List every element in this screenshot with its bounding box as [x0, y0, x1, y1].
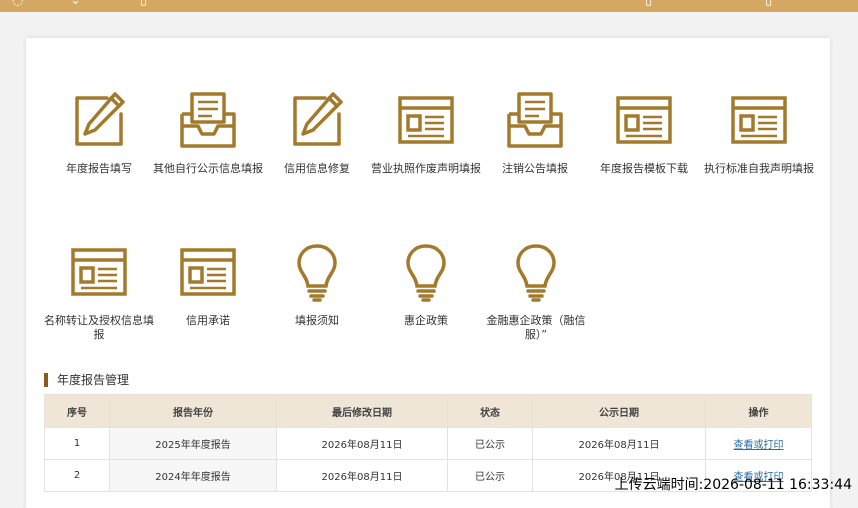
tile-license-void-statement[interactable]: 营业执照作废声明填报	[371, 90, 481, 176]
tile-label: 年度报告填写	[66, 162, 132, 175]
tile-financial-policy[interactable]: 金融惠企政策（融信服）”	[480, 242, 592, 342]
table-row: 1 2025年年度报告 2026年08月11日 已公示 2026年08月11日 …	[44, 427, 812, 460]
document-icon[interactable]: ▯	[140, 0, 147, 7]
document-window-icon	[398, 96, 454, 144]
report-year: 2025年年度报告	[109, 427, 277, 460]
report-year: 2024年年度报告	[109, 459, 277, 492]
document-window-icon	[616, 96, 672, 144]
main-panel: 年度报告填写 其他自行公示信息填报 信用信息修复 营业执照作废声明填报 注销公告…	[26, 38, 830, 508]
tile-credit-commitment[interactable]: 信用承诺	[153, 242, 263, 328]
view-print-link[interactable]: 查看或打印	[734, 440, 784, 451]
pencil-edit-icon	[293, 92, 343, 146]
column-header: 公示日期	[532, 394, 706, 428]
document-window-icon	[180, 248, 236, 296]
inbox-tray-icon	[507, 92, 563, 148]
lightbulb-icon	[406, 244, 446, 302]
exit-icon[interactable]: ▯	[765, 0, 772, 7]
tile-label: 信用承诺	[186, 314, 230, 327]
tile-standard-self-declaration[interactable]: 执行标准自我声明填报	[698, 90, 820, 176]
row-number: 1	[44, 427, 110, 460]
tile-enterprise-policy[interactable]: 惠企政策	[371, 242, 481, 328]
row-number: 2	[44, 459, 110, 492]
tile-credit-repair[interactable]: 信用信息修复	[262, 90, 372, 176]
tile-label: 注销公告填报	[502, 162, 568, 175]
status: 已公示	[447, 427, 533, 460]
section-title: 年度报告管理	[44, 373, 129, 387]
tile-label: 执行标准自我声明填报	[704, 162, 814, 175]
tile-annual-report-fill[interactable]: 年度报告填写	[44, 90, 154, 176]
action-cell: 查看或打印	[705, 427, 812, 460]
tile-cancellation-notice[interactable]: 注销公告填报	[480, 90, 590, 176]
modified-date: 2026年08月11日	[276, 459, 448, 492]
top-navigation-bar: ◌ ⌄ ▯ ▯ ▯	[0, 0, 858, 12]
lightbulb-icon	[297, 244, 337, 302]
home-icon[interactable]: ◌	[12, 0, 23, 7]
column-header: 操作	[705, 394, 812, 428]
tile-label: 其他自行公示信息填报	[153, 162, 263, 175]
upload-time-watermark: 上传云端时间:2026-08-11 16:33:44	[614, 477, 852, 493]
document-window-icon	[71, 248, 127, 296]
column-header: 报告年份	[109, 394, 277, 428]
tile-label: 惠企政策	[404, 314, 448, 327]
tile-label: 金融惠企政策（融信服）”	[486, 314, 586, 341]
modified-date: 2026年08月11日	[276, 427, 448, 460]
document-window-icon	[731, 96, 787, 144]
pencil-edit-icon	[75, 92, 125, 146]
tile-label: 名称转让及授权信息填报	[44, 314, 154, 341]
tile-label: 填报须知	[295, 314, 339, 327]
column-header: 最后修改日期	[276, 394, 448, 428]
column-header: 序号	[44, 394, 110, 428]
published-date: 2026年08月11日	[532, 427, 706, 460]
tile-label: 营业执照作废声明填报	[371, 162, 481, 175]
tile-other-disclosure[interactable]: 其他自行公示信息填报	[153, 90, 263, 176]
tile-label: 年度报告模板下载	[600, 162, 688, 175]
lightbulb-icon	[516, 244, 556, 302]
tile-name-transfer[interactable]: 名称转让及授权信息填报	[44, 242, 154, 342]
tile-label: 信用信息修复	[284, 162, 350, 175]
nav-icon[interactable]: ⌄	[70, 0, 81, 7]
table-header-row: 序号 报告年份 最后修改日期 状态 公示日期 操作	[44, 394, 812, 428]
inbox-tray-icon	[180, 92, 236, 148]
tile-template-download[interactable]: 年度报告模板下载	[589, 90, 699, 176]
tool-icon[interactable]: ▯	[645, 0, 652, 7]
column-header: 状态	[447, 394, 533, 428]
status: 已公示	[447, 459, 533, 492]
tile-filing-instructions[interactable]: 填报须知	[262, 242, 372, 328]
